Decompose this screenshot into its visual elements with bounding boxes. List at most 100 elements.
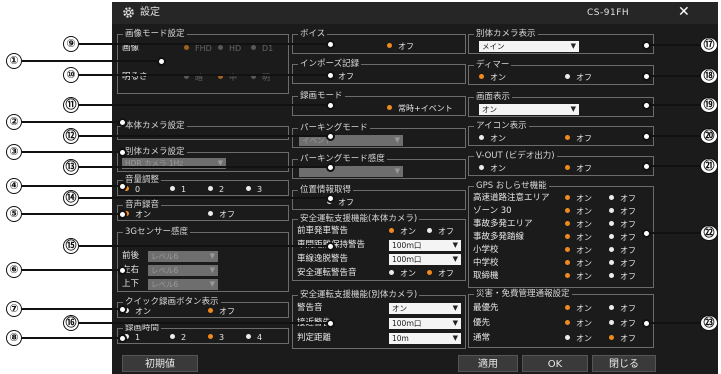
- parking-sens-section: パーキングモード感度 ▼: [292, 154, 466, 179]
- gps-alert-label-1: 高速道路注意エリア: [473, 193, 550, 203]
- settings-window: 設定 CS-91FH ✕ 画像モード設定 画像 FHD HD D1 明るさ 暗 …: [112, 2, 718, 374]
- callout-16-line: [79, 322, 331, 324]
- radio-fhd[interactable]: FHD: [184, 44, 212, 54]
- sub-display-select[interactable]: メイン ▼: [479, 41, 579, 52]
- radio-gps7-on[interactable]: オン: [565, 272, 592, 282]
- radio-dis2-on[interactable]: オン: [565, 319, 592, 329]
- icon-title: アイコン表示: [474, 121, 529, 132]
- callout-12-line: [79, 135, 331, 137]
- radio-gps4-on[interactable]: オン: [565, 233, 592, 243]
- callout-21-pin: [642, 162, 651, 171]
- radio-gps2-off[interactable]: オフ: [609, 207, 636, 217]
- radio-dis3-on[interactable]: オン: [565, 334, 592, 344]
- sub-warning-sound-select[interactable]: オン ▼: [389, 303, 461, 314]
- dimmer-section: ディマー オン オフ: [468, 60, 654, 85]
- callout-18-line: [648, 75, 701, 77]
- disaster-title: 災害・免費管理通報設定: [474, 289, 572, 300]
- callout-17-line: [648, 44, 701, 46]
- callout-16: ⑯: [63, 315, 79, 331]
- radio-rec-mode[interactable]: 常時+イベント: [387, 104, 453, 114]
- radio-icon-off[interactable]: オフ: [565, 134, 592, 144]
- disaster-section: 災害・免費管理通報設定 最優先 オン オフ 優先 オン オフ 通常 オン オフ: [468, 289, 654, 348]
- radio-dis2-off[interactable]: オフ: [609, 319, 636, 329]
- g-sensor-select-1[interactable]: レベル6 ▼: [148, 251, 218, 262]
- distance-keep-select[interactable]: 100ｍ口 ▼: [389, 240, 461, 251]
- radio-gps7-off[interactable]: オフ: [609, 272, 636, 282]
- impose-title: インポーズ記録: [298, 59, 362, 70]
- rec-mode-title: 録画モード: [298, 91, 345, 102]
- callout-13-line: [79, 166, 331, 168]
- g-sensor-select-3[interactable]: レベル6 ▼: [148, 279, 218, 290]
- radio-dimmer-on[interactable]: オン: [479, 73, 506, 83]
- quick-rec-section: クイック録画ボタン表示 オン オフ: [117, 297, 289, 318]
- judge-distance-select[interactable]: 10m ▼: [389, 333, 461, 344]
- radio-quick-on[interactable]: オン: [124, 307, 151, 317]
- vout-title: V-OUT (ビデオ出力): [474, 151, 557, 162]
- radio-gps2-on[interactable]: オン: [565, 207, 592, 217]
- ok-button[interactable]: OK: [522, 355, 588, 372]
- sub-assist-title: 安全運転支援機能(別体カメラ): [298, 290, 420, 301]
- callout-12-pin: [326, 132, 335, 141]
- radio-quick-off[interactable]: オフ: [208, 307, 235, 317]
- callout-7-pin: [118, 305, 127, 314]
- callout-5-line: [22, 213, 120, 215]
- radio-front-start-off[interactable]: オフ: [427, 227, 454, 237]
- radio-voice-off[interactable]: オフ: [387, 42, 414, 52]
- radio-icon-on[interactable]: オン: [479, 134, 506, 144]
- radio-front-start-on[interactable]: オン: [389, 227, 416, 237]
- radio-voice-rec-off[interactable]: オフ: [208, 210, 235, 220]
- radio-gps1-off[interactable]: オフ: [609, 194, 636, 204]
- radio-voice-rec-on[interactable]: オン: [124, 210, 151, 220]
- disaster-label-1: 最優先: [473, 303, 499, 313]
- radio-warning-sound-off[interactable]: オフ: [427, 269, 454, 279]
- approach-warning-select[interactable]: 100ｍ口 ▼: [389, 318, 461, 329]
- g-sensor-select-2[interactable]: レベル6 ▼: [148, 265, 218, 276]
- radio-vout-off[interactable]: オフ: [565, 164, 592, 174]
- callout-4-line: [22, 185, 120, 187]
- radio-gps4-off[interactable]: オフ: [609, 233, 636, 243]
- radio-time-3[interactable]: 3: [208, 333, 224, 343]
- radio-volume-2[interactable]: 2: [208, 185, 224, 195]
- radio-dis1-on[interactable]: オン: [565, 304, 592, 314]
- lane-departure-select[interactable]: 100ｍ口 ▼: [389, 254, 461, 265]
- callout-15: ⑮: [63, 238, 79, 254]
- radio-d1[interactable]: D1: [251, 44, 273, 54]
- gps-title: 位置情報取得: [298, 185, 354, 196]
- main-assist-title: 安全運転支援機能(本体カメラ): [298, 214, 420, 225]
- radio-dis1-off[interactable]: オフ: [609, 304, 636, 314]
- gps-alert-section: GPS おしらせ機能 高速道路注意エリア オン オフ ゾーン 30 オン オフ …: [468, 181, 654, 288]
- callout-16-pin: [326, 319, 335, 328]
- radio-gps1-on[interactable]: オン: [565, 194, 592, 204]
- radio-volume-3[interactable]: 3: [246, 185, 262, 195]
- reset-button[interactable]: 初期値: [122, 355, 198, 372]
- close-button[interactable]: 閉じる: [592, 355, 656, 372]
- radio-dis3-off[interactable]: オフ: [609, 334, 636, 344]
- radio-hd[interactable]: HD: [218, 44, 241, 54]
- rec-time-section: 録画時間 1 2 3 4: [117, 323, 289, 344]
- voice-rec-section: 音声録音 オン オフ: [117, 200, 289, 221]
- callout-5: ⑤: [6, 206, 22, 222]
- sub-assist-label-1: 警告音: [297, 303, 323, 313]
- parking-mode-section: パーキングモード イベント ▼: [292, 123, 466, 148]
- screen-select[interactable]: オン ▼: [479, 104, 579, 115]
- vout-section: V-OUT (ビデオ出力) オン オフ: [468, 151, 654, 176]
- close-icon[interactable]: ✕: [678, 4, 690, 20]
- radio-gps5-off[interactable]: オフ: [609, 246, 636, 256]
- gps-alert-label-7: 取締機: [473, 271, 499, 281]
- radio-vout-on[interactable]: オン: [479, 164, 506, 174]
- callout-3-line: [22, 151, 120, 153]
- gps-section: 位置情報取得 オフ: [292, 185, 466, 210]
- apply-button[interactable]: 適用: [458, 355, 518, 372]
- radio-gps5-on[interactable]: オン: [565, 246, 592, 256]
- radio-time-4[interactable]: 4: [246, 333, 262, 343]
- callout-15-pin: [326, 242, 335, 251]
- radio-volume-1[interactable]: 1: [170, 185, 186, 195]
- radio-gps3-off[interactable]: オフ: [609, 220, 636, 230]
- radio-gps6-on[interactable]: オン: [565, 259, 592, 269]
- radio-warning-sound-on[interactable]: オン: [389, 269, 416, 279]
- radio-time-2[interactable]: 2: [170, 333, 186, 343]
- radio-dimmer-off[interactable]: オフ: [565, 73, 592, 83]
- radio-gps6-off[interactable]: オフ: [609, 259, 636, 269]
- radio-gps3-on[interactable]: オン: [565, 220, 592, 230]
- g-sensor-label-1: 前後: [122, 251, 140, 261]
